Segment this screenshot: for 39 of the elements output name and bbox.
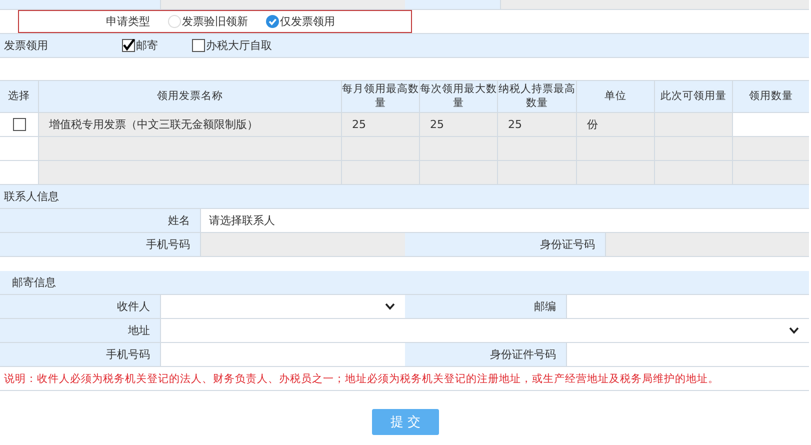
field-label: 身份证号码 — [540, 237, 595, 252]
radio-button[interactable] — [168, 15, 181, 28]
contact-select[interactable]: 请选择联系人 — [209, 213, 275, 228]
column-header: 领用发票名称 — [38, 81, 341, 113]
field-label: 地址 — [128, 323, 150, 338]
section-header: 联系人信息 — [0, 185, 809, 209]
column-header: 领用数量 — [732, 81, 809, 113]
chevron-down-icon — [385, 303, 395, 310]
checkbox[interactable] — [192, 39, 205, 52]
field-label: 姓名 — [168, 213, 190, 228]
table-cell: 25 — [341, 113, 419, 137]
checkbox[interactable] — [122, 39, 135, 52]
column-header: 每月领用最高数量 — [341, 81, 419, 113]
quantity-field[interactable] — [732, 113, 809, 137]
section-header: 邮寄信息 — [0, 271, 809, 295]
chevron-down-icon — [789, 327, 799, 334]
field-label: 邮编 — [534, 299, 556, 314]
checkbox[interactable] — [12, 118, 26, 131]
column-header: 每次领用最大数量 — [419, 81, 497, 113]
table-cell: 25 — [497, 113, 576, 137]
column-header: 此次可领用量 — [654, 81, 732, 113]
field-label: 身份证件号码 — [490, 347, 556, 362]
table-cell: 份 — [576, 113, 654, 137]
field-label: 手机号码 — [146, 237, 190, 252]
radio-label[interactable]: 发票验旧领新 — [182, 14, 248, 29]
field-label: 手机号码 — [106, 347, 150, 362]
checkbox-label[interactable]: 邮寄 — [136, 38, 158, 53]
table-cell: 增值税专用发票（中文三联无金额限制版） — [38, 113, 341, 137]
column-header: 单位 — [576, 81, 654, 113]
radio-label[interactable]: 仅发票领用 — [280, 14, 335, 29]
field-label: 收件人 — [117, 299, 150, 314]
table-cell: 25 — [419, 113, 497, 137]
column-header: 选择 — [0, 81, 38, 113]
field-label: 发票领用 — [3, 38, 49, 53]
column-header: 纳税人持票最高数量 — [497, 81, 576, 113]
field-label: 申请类型 — [106, 14, 150, 29]
checkbox-label[interactable]: 办税大厅自取 — [206, 38, 272, 53]
note-text: 说明：收件人必须为税务机关登记的法人、财务负责人、办税员之一；地址必须为税务机关登记的注册地址，或生产经营地址及税务局维护的地址。 — [4, 372, 719, 386]
radio-button[interactable] — [266, 15, 279, 28]
